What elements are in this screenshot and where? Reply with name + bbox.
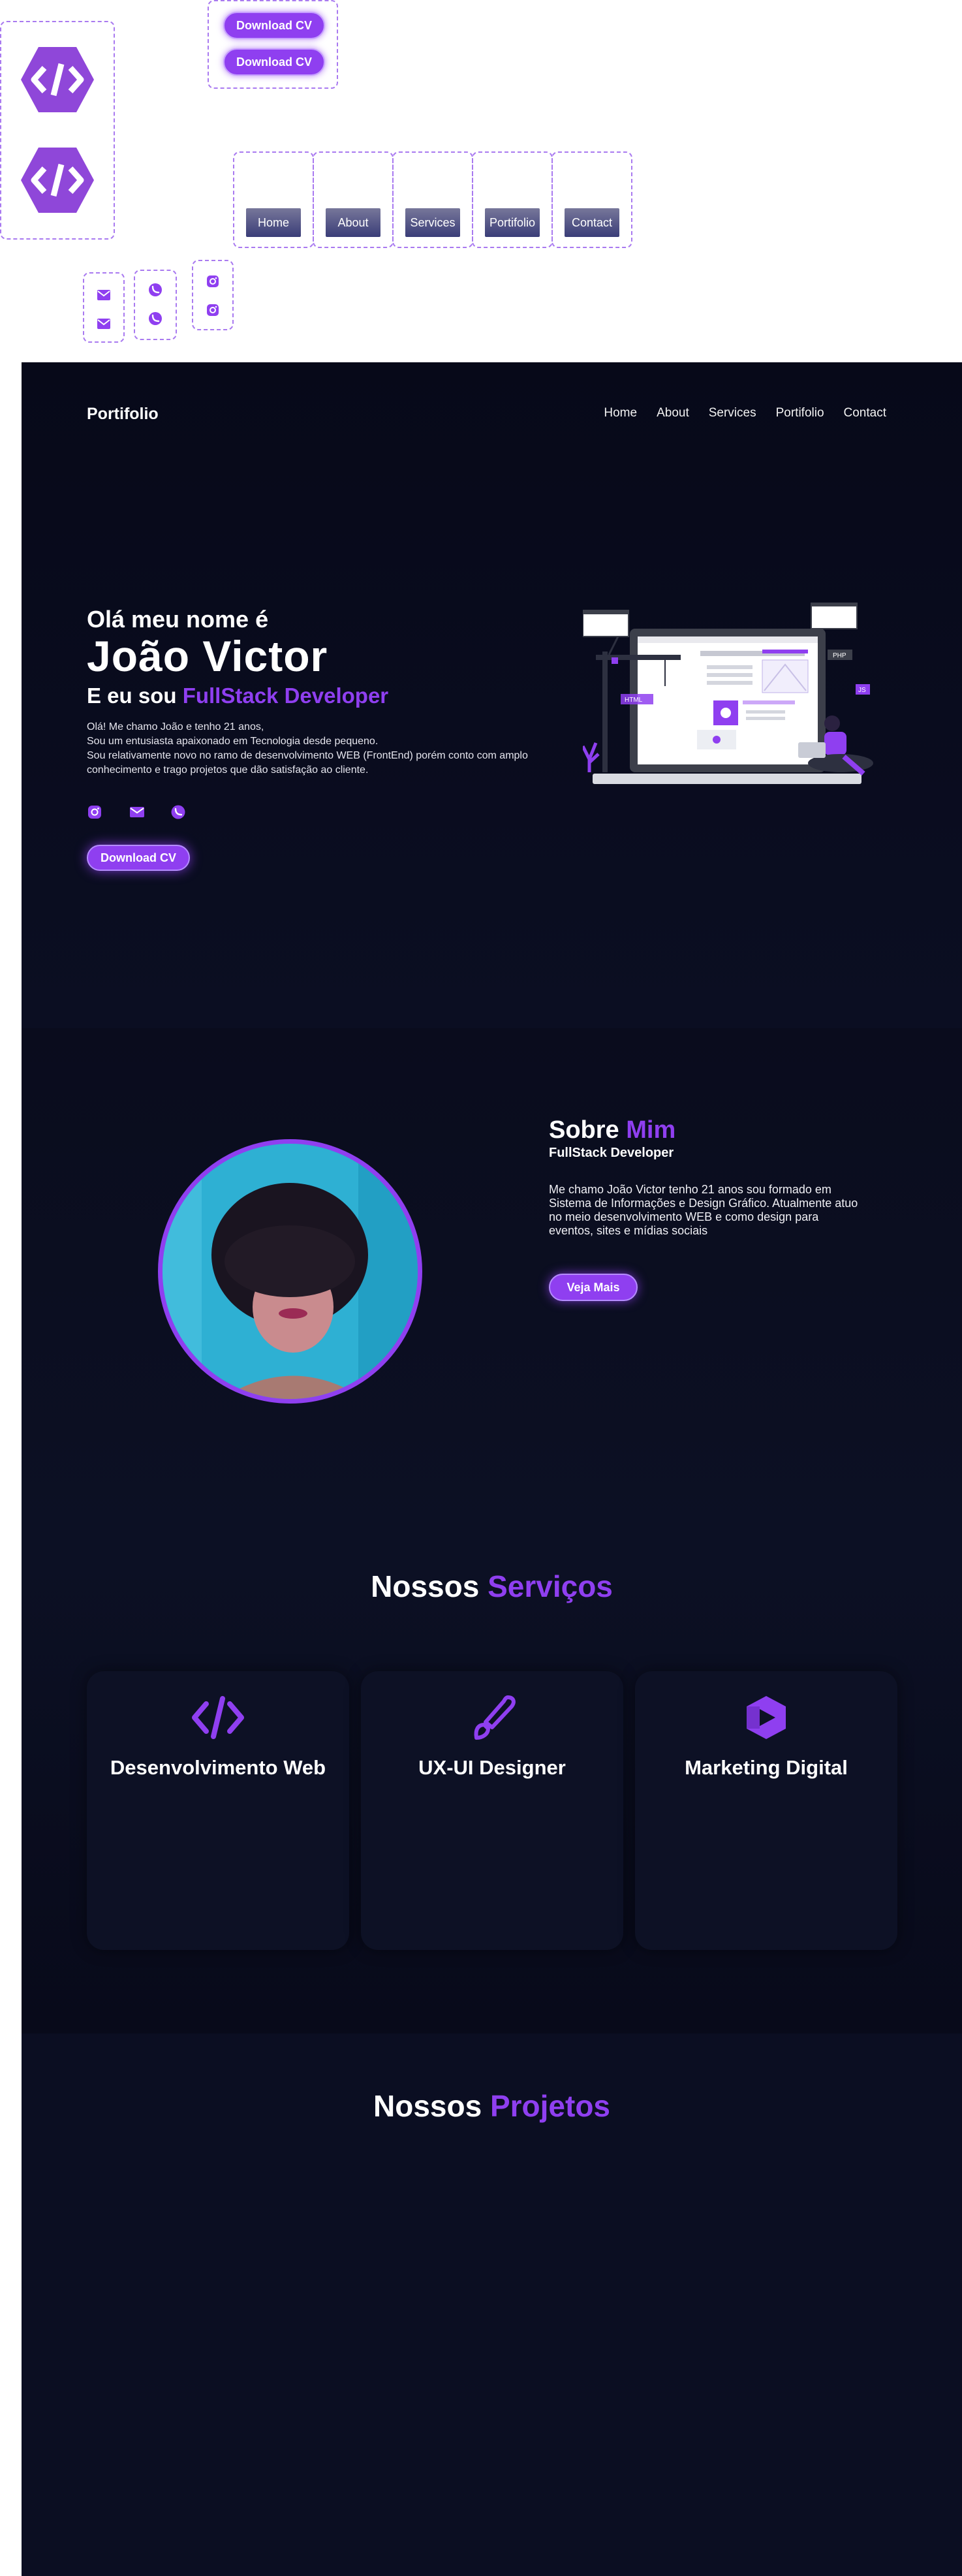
email-icon[interactable] <box>97 317 111 331</box>
service-card-label: Desenvolvimento Web <box>110 1756 326 1779</box>
services-title: Nossos Serviços <box>22 1569 962 1604</box>
brand-logo[interactable]: Portifolio <box>87 405 159 424</box>
instagram-icon-frame <box>192 260 234 330</box>
service-card-marketing[interactable]: Marketing Digital <box>635 1671 897 1950</box>
main-nav: Home About Services Portifolio Contact <box>584 406 886 420</box>
hero-role-prefix: E eu sou <box>87 683 183 708</box>
projects-title-accent: Projetos <box>489 2089 610 2123</box>
marketing-icon <box>747 1696 786 1739</box>
brush-icon <box>474 1695 516 1740</box>
hero-description-line: Sou relativamente novo no ramo de desenv… <box>87 750 528 776</box>
service-card-web[interactable]: Desenvolvimento Web <box>87 1671 349 1950</box>
whatsapp-icon-frame <box>134 270 177 340</box>
code-logo-icon <box>21 148 94 213</box>
hero-name: João Victor <box>87 632 328 680</box>
email-icon[interactable] <box>97 288 111 302</box>
instagram-icon[interactable] <box>206 303 220 317</box>
code-icon <box>192 1696 244 1739</box>
nav-link-home[interactable]: Home <box>604 406 637 420</box>
projects-title-white: Nossos <box>373 2089 490 2123</box>
logo-variants-frame <box>0 21 115 240</box>
about-title-accent: Mim <box>626 1116 676 1144</box>
whatsapp-icon[interactable] <box>148 283 163 297</box>
about-subtitle: FullStack Developer <box>549 1146 674 1160</box>
instagram-icon[interactable] <box>87 804 102 820</box>
nav-button-portifolio[interactable]: Portifolio <box>485 208 540 237</box>
hero-description: Olá! Me chamo João e tenho 21 anos, Sou … <box>87 720 557 778</box>
hero-description-line: Olá! Me chamo João e tenho 21 anos, <box>87 721 264 732</box>
about-title: Sobre Mim <box>549 1116 675 1144</box>
nav-button-home[interactable]: Home <box>246 208 301 237</box>
hero-greeting: Olá meu nome é <box>87 606 269 633</box>
services-title-accent: Serviços <box>488 1569 613 1603</box>
download-cv-button-hover[interactable]: Download CV <box>223 48 325 76</box>
about-title-white: Sobre <box>549 1116 627 1144</box>
portfolio-site: Portifolio Home About Services Portifoli… <box>22 362 962 2576</box>
service-card-ux[interactable]: UX-UI Designer <box>361 1671 623 1950</box>
see-more-button[interactable]: Veja Mais <box>549 1274 638 1301</box>
nav-button-frame: About <box>313 151 394 248</box>
about-text: Me chamo João Victor tenho 21 anos sou f… <box>549 1183 858 1237</box>
profile-photo <box>158 1139 422 1404</box>
nav-button-frame: Contact <box>551 151 632 248</box>
nav-button-contact[interactable]: Contact <box>565 208 619 237</box>
nav-button-frame: Services <box>392 151 473 248</box>
nav-button-frame: Portifolio <box>472 151 553 248</box>
nav-link-portifolio[interactable]: Portifolio <box>776 406 824 420</box>
services-title-white: Nossos <box>371 1569 488 1603</box>
hero-role-accent: FullStack Developer <box>182 683 389 708</box>
hero-section: Portifolio Home About Services Portifoli… <box>22 362 962 1028</box>
illustration-html-tag: HTML <box>625 697 643 704</box>
download-cv-variants-frame: Download CV Download CV <box>208 0 338 89</box>
services-section: Nossos Serviços Desenvolvimento Web UX-U… <box>22 1550 962 2034</box>
projects-title: Nossos Projetos <box>22 2088 962 2124</box>
email-icon[interactable] <box>129 804 145 820</box>
nav-link-contact[interactable]: Contact <box>844 406 886 420</box>
nav-button-services[interactable]: Services <box>405 208 460 237</box>
whatsapp-icon[interactable] <box>170 804 186 820</box>
illustration-php-tag: PHP <box>833 652 846 659</box>
nav-button-about[interactable]: About <box>326 208 380 237</box>
hero-role: E eu sou FullStack Developer <box>87 683 388 708</box>
nav-link-about[interactable]: About <box>657 406 689 420</box>
service-card-label: UX-UI Designer <box>418 1756 566 1779</box>
download-cv-button[interactable]: Download CV <box>223 12 325 39</box>
service-card-label: Marketing Digital <box>685 1756 848 1779</box>
about-section: Sobre Mim FullStack Developer Me chamo J… <box>22 1028 962 1550</box>
whatsapp-icon[interactable] <box>148 311 163 326</box>
code-logo-icon <box>21 47 94 112</box>
nav-button-frame: Home <box>233 151 314 248</box>
nav-link-services[interactable]: Services <box>709 406 756 420</box>
hero-description-line: Sou um entusiasta apaixonado em Tecnolog… <box>87 736 379 747</box>
email-icon-frame <box>83 272 125 343</box>
developer-illustration: HTML PHP JS <box>583 603 873 784</box>
projects-section: Nossos Projetos <box>22 2034 962 2576</box>
download-cv-button[interactable]: Download CV <box>87 845 190 871</box>
illustration-js-tag: JS <box>858 687 866 694</box>
instagram-icon[interactable] <box>206 274 220 289</box>
